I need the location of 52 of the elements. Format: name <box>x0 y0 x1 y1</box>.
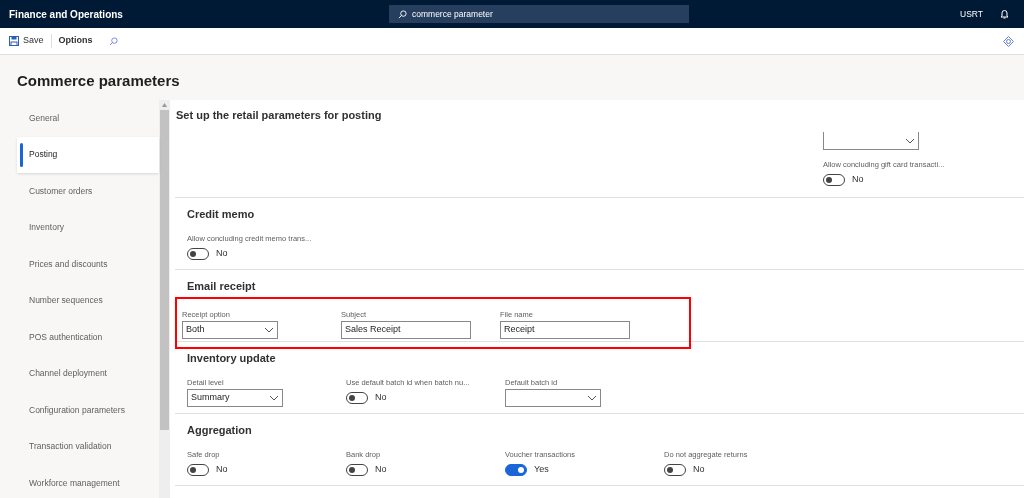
bell-icon[interactable] <box>1000 9 1009 19</box>
toggle-value: No <box>852 173 864 187</box>
section-title: Email receipt <box>187 279 257 292</box>
toggle-switch[interactable] <box>346 464 368 476</box>
toggle-value: No <box>375 463 387 477</box>
search-field[interactable]: commerce parameter <box>389 5 689 23</box>
toggle-switch[interactable] <box>187 248 209 260</box>
search-icon[interactable] <box>108 36 118 46</box>
toggle-switch[interactable] <box>823 174 845 186</box>
toggle-switch[interactable] <box>664 464 686 476</box>
sidebar-item[interactable]: Inventory <box>17 209 159 246</box>
sidebar-item[interactable]: Workforce management <box>17 465 159 498</box>
sidebar-item[interactable]: Posting <box>17 136 159 173</box>
sidebar-item[interactable]: Channel deployment <box>17 355 159 392</box>
chevron-down-icon <box>269 395 279 401</box>
toggle-switch[interactable] <box>346 392 368 404</box>
section-title: Credit memo <box>187 207 256 220</box>
text-field[interactable]: Receipt <box>500 321 630 339</box>
dropdown-field[interactable]: Summary <box>187 389 283 407</box>
dropdown-field[interactable] <box>505 389 601 407</box>
diamond-icon[interactable] <box>1003 35 1014 47</box>
toggle-value: No <box>693 463 705 477</box>
chevron-down-icon <box>264 327 274 333</box>
toggle-value: No <box>216 463 228 477</box>
save-icon <box>9 36 19 46</box>
user-initials[interactable]: USRT <box>960 7 983 21</box>
sidebar-item[interactable]: Configuration parameters <box>17 392 159 429</box>
sidebar-item[interactable]: General <box>17 100 159 137</box>
page-title: Commerce parameters <box>17 70 180 91</box>
toggle-value: No <box>216 247 228 261</box>
sidebar-item[interactable]: Prices and discounts <box>17 246 159 283</box>
options-button[interactable]: Options <box>58 34 93 48</box>
search-icon <box>398 9 407 19</box>
app-title: Finance and Operations <box>9 7 124 22</box>
text-field[interactable]: Sales Receipt <box>341 321 471 339</box>
dropdown-field[interactable] <box>823 132 919 150</box>
scrollbar[interactable] <box>159 100 170 498</box>
toggle-value: Yes <box>534 463 549 477</box>
sidebar-item[interactable]: Customer orders <box>17 173 159 210</box>
sidebar-item[interactable]: Transaction validation <box>17 428 159 465</box>
sidebar-item[interactable]: Number sequences <box>17 282 159 319</box>
toggle-switch[interactable] <box>187 464 209 476</box>
sidebar-item[interactable]: POS authentication <box>17 319 159 356</box>
save-button[interactable]: Save <box>9 34 52 48</box>
section-title: Aggregation <box>187 423 253 436</box>
chevron-down-icon <box>905 137 915 144</box>
toggle-value: No <box>375 391 387 405</box>
content-heading: Set up the retail parameters for posting <box>175 108 383 123</box>
toggle-switch[interactable] <box>505 464 527 476</box>
dropdown-field[interactable]: Both <box>182 321 278 339</box>
section-title: Inventory update <box>187 351 277 364</box>
chevron-down-icon <box>587 395 597 401</box>
